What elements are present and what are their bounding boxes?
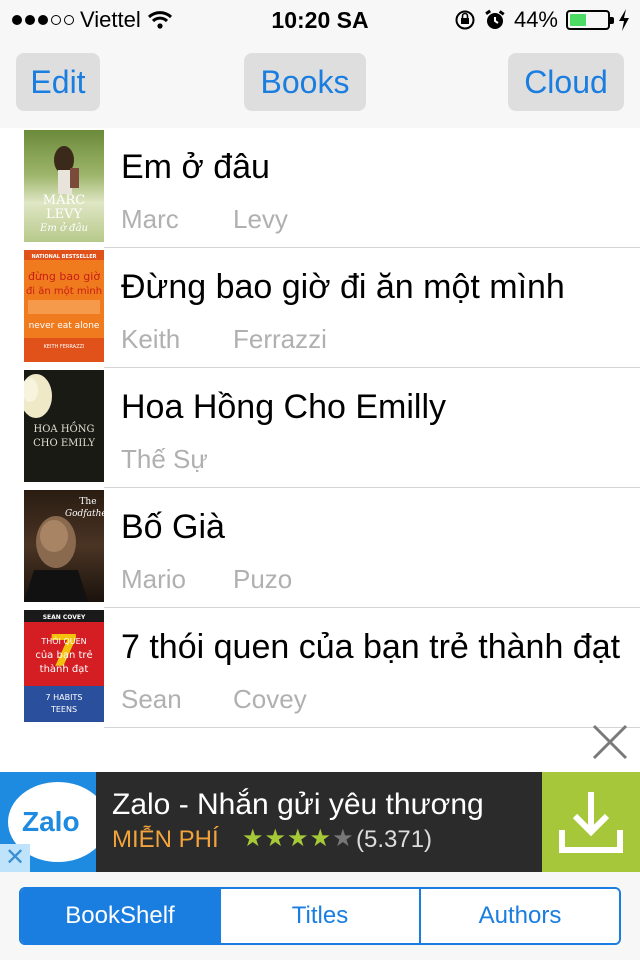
zalo-logo-text: Zalo — [22, 806, 80, 837]
download-icon — [559, 792, 623, 853]
cover-text: never eat alone — [29, 321, 100, 331]
book-cover: HOA HỒNG CHO EMILY — [24, 370, 104, 482]
download-button[interactable] — [542, 772, 640, 872]
cover-text: của bạn trẻ — [35, 649, 92, 661]
ad-title: Zalo - Nhắn gửi yêu thương — [112, 788, 484, 821]
author-last-name: Puzo — [233, 564, 293, 594]
cover-text: thành đạt — [40, 663, 89, 675]
ad-banner[interactable]: Zalo Zalo - Nhắn gửi yêu thương MIỄN PHÍ… — [0, 772, 640, 872]
status-right: 44% — [454, 7, 630, 33]
book-title: Em ở đâu — [121, 148, 270, 186]
battery-icon — [566, 10, 614, 30]
book-cover: The Godfather — [24, 490, 104, 602]
cover-text: KEITH FERRAZZI — [44, 344, 85, 350]
rotation-lock-icon — [455, 10, 475, 30]
cover-text: Em ở đâu — [39, 223, 88, 234]
cover-text: 7 HABITS — [46, 693, 83, 702]
book-cover: NATIONAL BESTSELLER đừng bao giờ đi ăn m… — [24, 250, 104, 362]
book-title: 7 thói quen của bạn trẻ thành đạt — [121, 628, 621, 666]
row-separator — [104, 727, 640, 728]
book-title: Bố Già — [121, 508, 225, 546]
cover-text: THÓI QUEN — [40, 635, 86, 646]
author-first-name: Thế Sự — [121, 444, 208, 474]
book-cover: SEAN COVEY 7 THÓI QUEN của bạn trẻ thành… — [24, 610, 104, 722]
ad-dismiss-icon[interactable]: ✕ — [0, 844, 30, 872]
book-cover: MARC LEVY Em ở đâu — [24, 130, 104, 242]
star-filled: ★★★★ — [242, 825, 333, 852]
edit-button[interactable]: Edit — [16, 53, 100, 111]
cover-text: LEVY — [46, 207, 83, 222]
ad-price: MIỄN PHÍ — [112, 826, 219, 853]
cover-text: Godfather — [65, 509, 104, 519]
author-last-name: Covey — [233, 684, 307, 714]
book-row[interactable]: SEAN COVEY 7 THÓI QUEN của bạn trẻ thành… — [0, 608, 640, 728]
cover-text: The — [79, 497, 96, 507]
book-row[interactable]: MARC LEVY Em ở đâu Em ở đâu Marc Levy — [0, 128, 640, 248]
ad-rating-stars: ★★★★★ — [242, 824, 355, 853]
status-bar: Viettel 10:20 SA 44% — [0, 0, 640, 40]
author-last-name: Ferrazzi — [233, 324, 327, 354]
author-first-name: Marc — [121, 204, 179, 234]
author-first-name: Sean — [121, 684, 182, 714]
cover-text: CHO EMILY — [33, 438, 95, 449]
cover-text: HOA HỒNG — [34, 422, 95, 435]
bottom-toolbar: BookShelf Titles Authors — [0, 872, 640, 960]
book-title: Hoa Hồng Cho Emilly — [121, 388, 447, 426]
navigation-bar: Edit Books Cloud — [0, 40, 640, 128]
cover-text: đi ăn một mình — [26, 285, 102, 297]
book-title: Đừng bao giờ đi ăn một mình — [121, 268, 565, 306]
book-row[interactable]: NATIONAL BESTSELLER đừng bao giờ đi ăn m… — [0, 248, 640, 368]
battery-percent: 44% — [513, 7, 558, 32]
cover-text: SEAN COVEY — [43, 614, 86, 621]
book-list: MARC LEVY Em ở đâu Em ở đâu Marc Levy NA… — [0, 128, 640, 728]
tab-titles[interactable]: Titles — [219, 889, 419, 943]
ad-rating-count: (5.371) — [356, 826, 433, 853]
book-row[interactable]: The Godfather Bố Già Mario Puzo — [0, 488, 640, 608]
author-first-name: Mario — [121, 564, 187, 594]
cover-text: NATIONAL BESTSELLER — [31, 254, 96, 260]
tab-bookshelf[interactable]: BookShelf — [21, 889, 219, 943]
alarm-icon — [485, 9, 505, 29]
author-first-name: Keith — [121, 324, 181, 354]
close-ad-icon[interactable] — [590, 722, 630, 762]
book-row[interactable]: HOA HỒNG CHO EMILY Hoa Hồng Cho Emilly T… — [0, 368, 640, 488]
cloud-button[interactable]: Cloud — [508, 53, 624, 111]
author-last-name: Levy — [233, 204, 288, 234]
books-button[interactable]: Books — [244, 53, 366, 111]
charging-icon — [619, 9, 629, 31]
tab-authors[interactable]: Authors — [419, 889, 619, 943]
star-empty: ★ — [332, 825, 355, 852]
cover-text: TEENS — [50, 705, 77, 714]
cover-text: MARC — [43, 193, 85, 208]
view-segmented-control: BookShelf Titles Authors — [19, 887, 621, 945]
cover-text: đừng bao giờ — [28, 270, 100, 283]
